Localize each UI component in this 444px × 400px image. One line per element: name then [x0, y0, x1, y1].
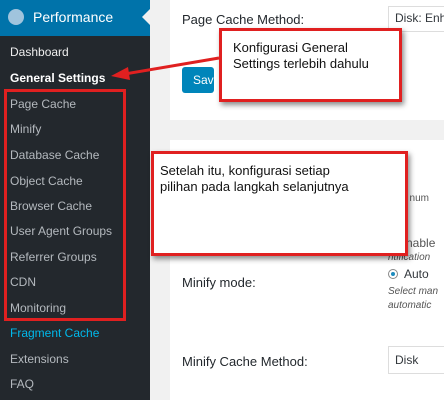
callout-arrow	[111, 56, 220, 80]
arrow-shaft	[124, 56, 220, 76]
arrow-head	[111, 67, 130, 80]
